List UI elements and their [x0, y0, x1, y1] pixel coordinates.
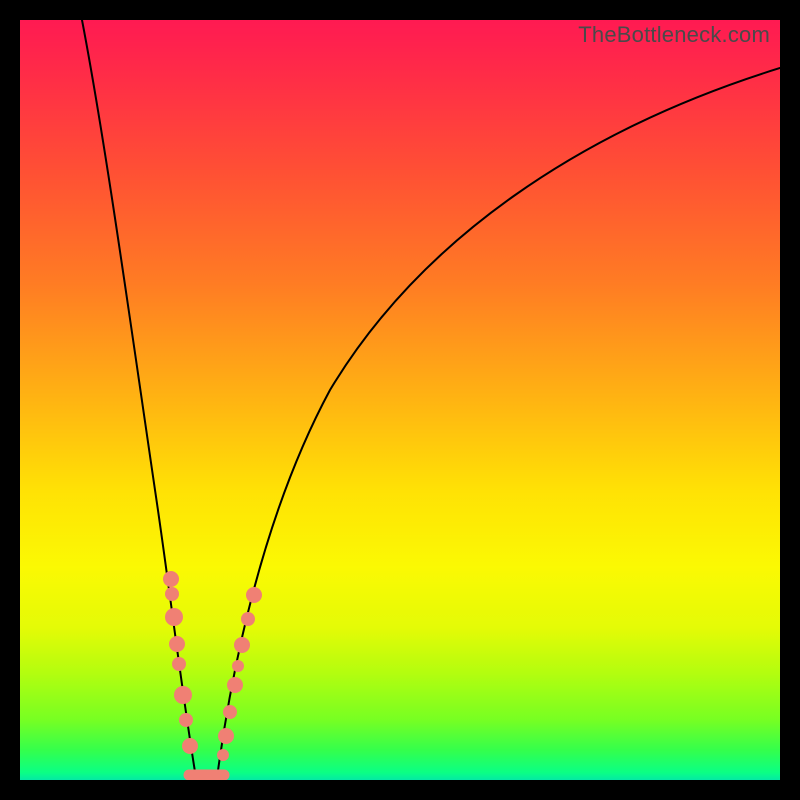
markers-right — [217, 587, 262, 761]
markers-left — [163, 571, 198, 754]
curve-right — [217, 68, 780, 778]
chart-frame: TheBottleneck.com — [20, 20, 780, 780]
chart-svg — [20, 20, 780, 780]
